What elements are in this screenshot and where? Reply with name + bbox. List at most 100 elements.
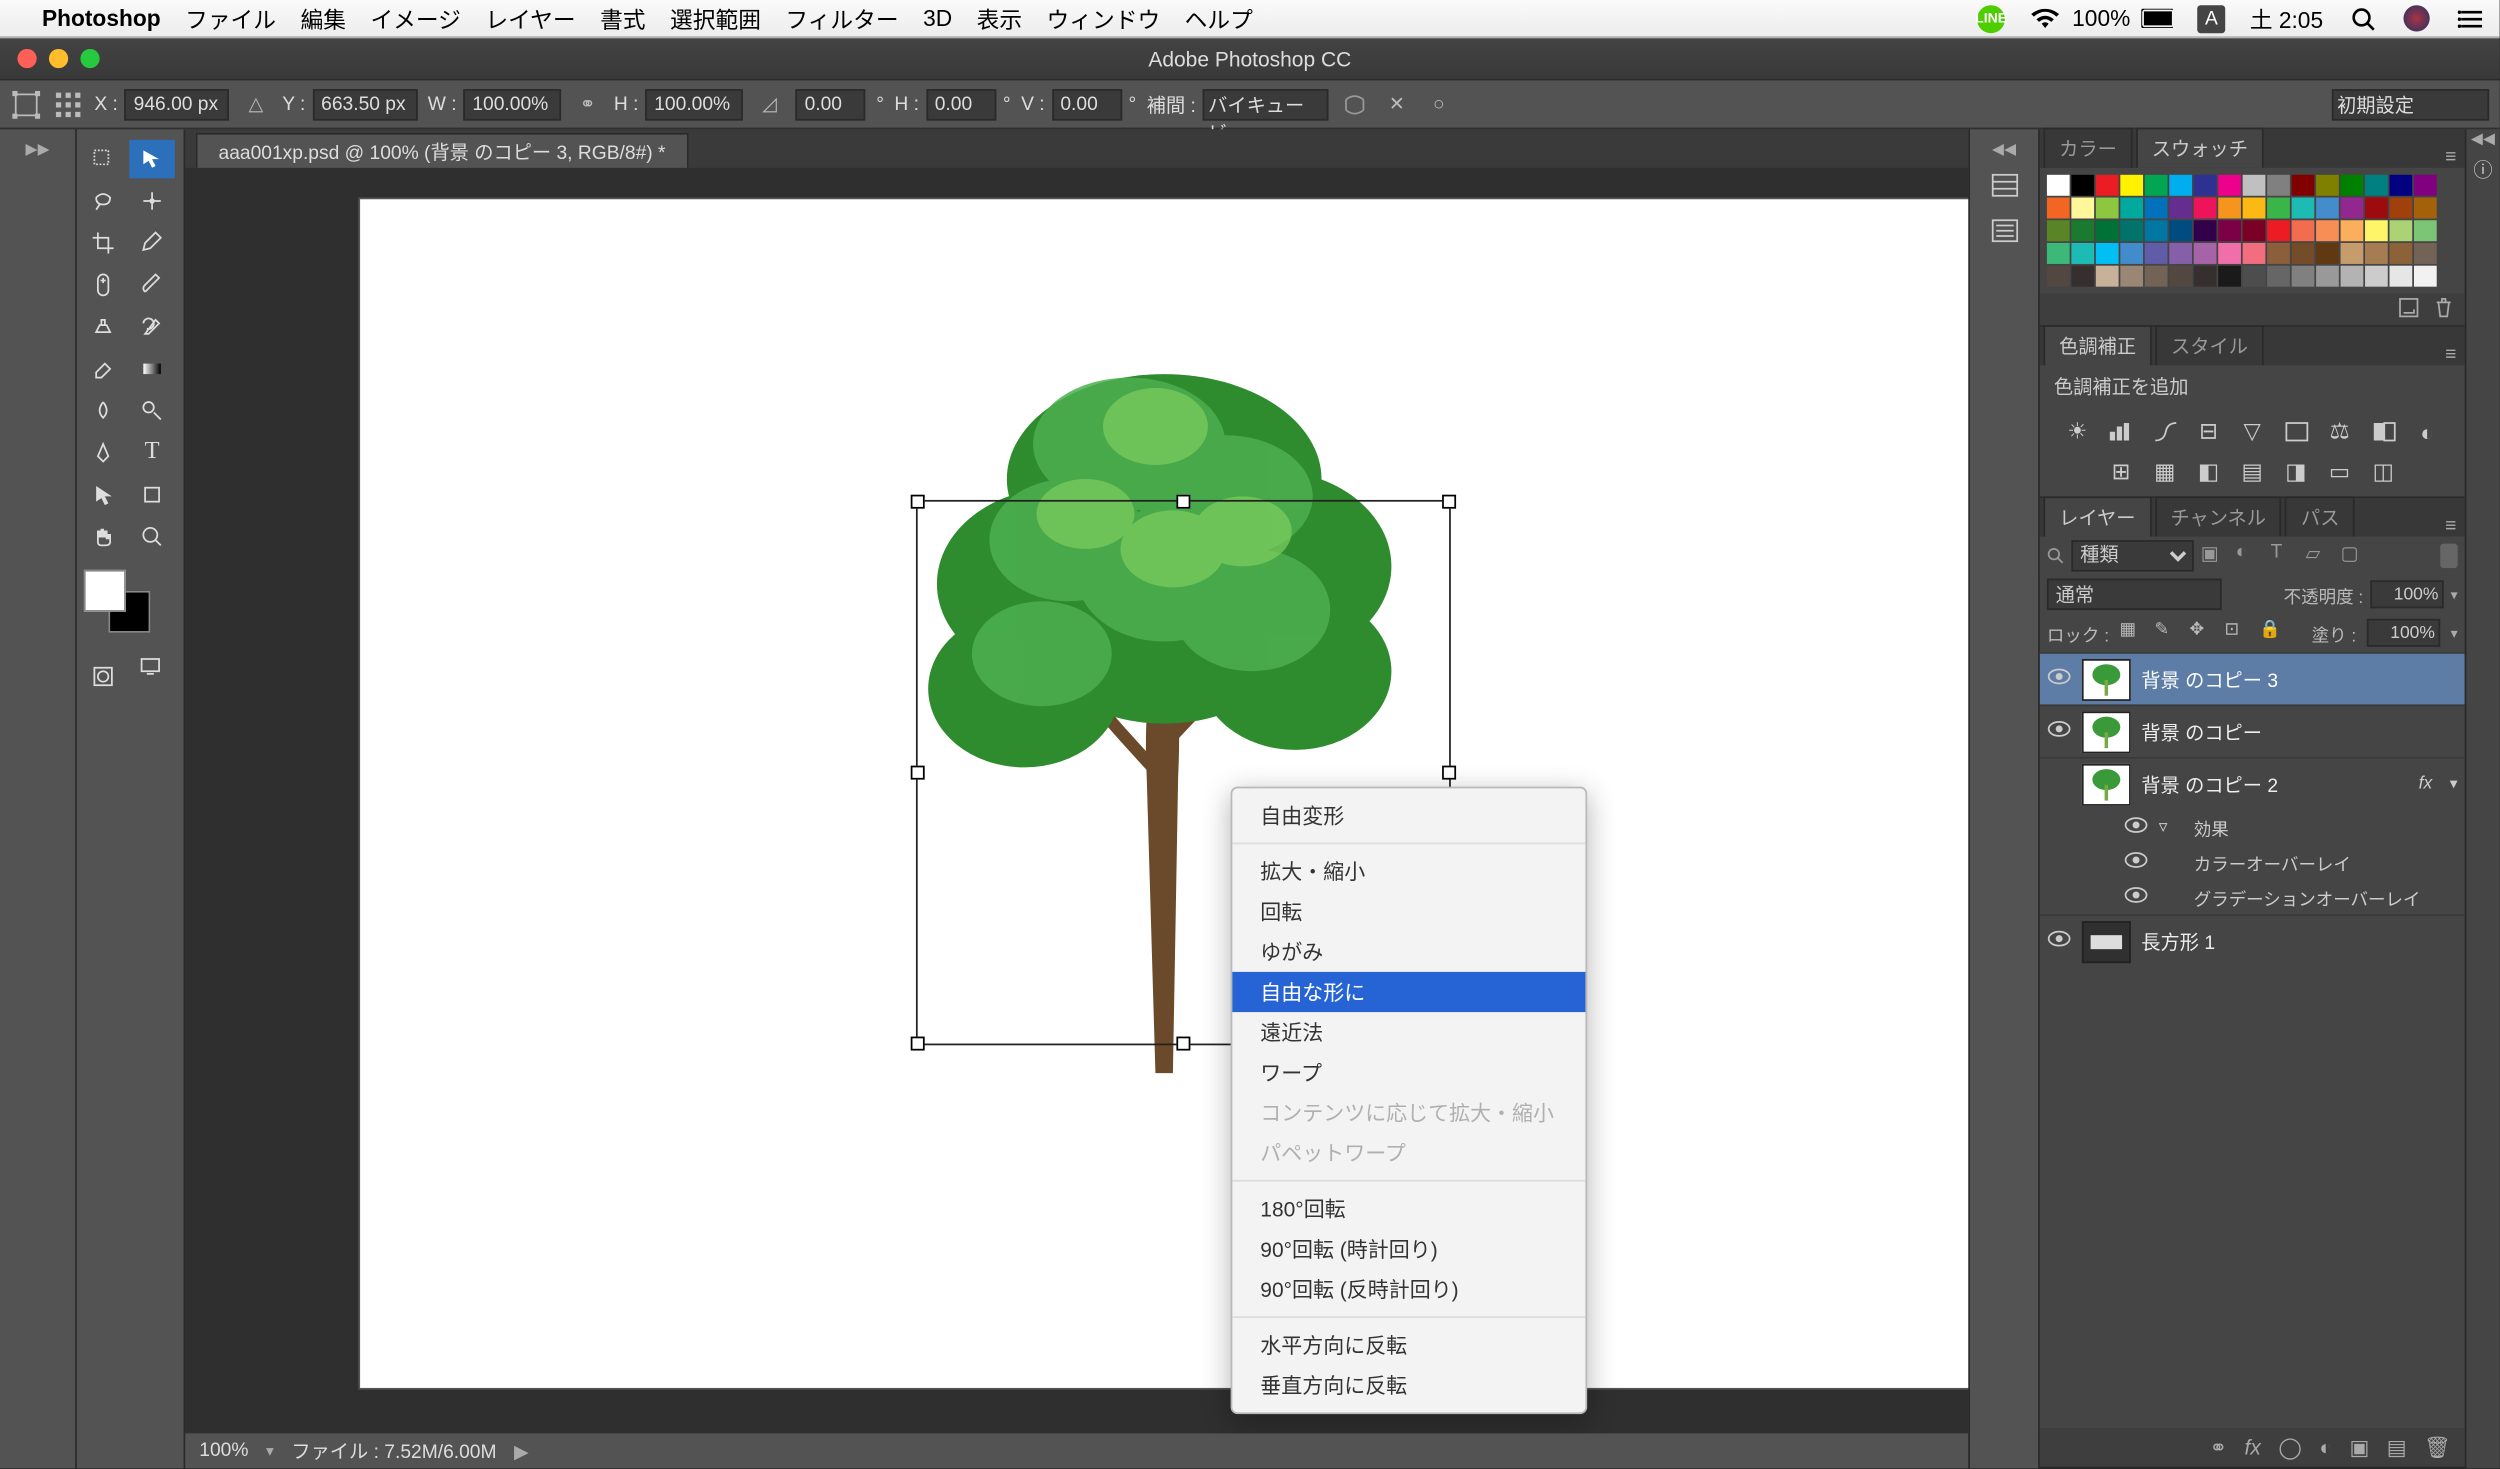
bw-icon[interactable] (2368, 418, 2399, 446)
swatch-color[interactable] (2047, 266, 2070, 287)
delta-icon[interactable]: △ (240, 88, 271, 119)
history-panel-icon[interactable] (1981, 166, 2026, 204)
swatch-color[interactable] (2169, 266, 2192, 287)
swatch-color[interactable] (2267, 266, 2290, 287)
eyedropper-tool[interactable] (129, 224, 174, 262)
gradientmap-icon[interactable]: ▭ (2324, 458, 2355, 486)
handle-middle-left[interactable] (911, 766, 925, 780)
swatch-color[interactable] (2365, 266, 2388, 287)
dodge-tool[interactable] (129, 392, 174, 430)
swatch-color[interactable] (2292, 243, 2315, 264)
swatch-color[interactable] (2243, 220, 2266, 241)
effect-visibility-icon[interactable] (2124, 850, 2148, 873)
menu-filter[interactable]: フィルター (785, 2, 898, 35)
layer-effect-row[interactable]: カラーオーバーレイ (2040, 844, 2465, 879)
cancel-transform-icon[interactable]: ✕ (1381, 88, 1412, 119)
tab-color[interactable]: カラー (2043, 128, 2132, 168)
reference-point-icon[interactable] (52, 88, 83, 119)
notification-center-icon[interactable] (2454, 3, 2485, 34)
layer-name[interactable]: 背景 のコピー (2141, 718, 2457, 746)
filter-type-icon[interactable]: T (2271, 542, 2299, 570)
fx-toggle-icon[interactable]: ▾ (2450, 774, 2458, 793)
context-menu-item[interactable]: 180°回転 (1232, 1189, 1585, 1229)
panel-menu-icon[interactable]: ≡ (2437, 147, 2465, 168)
effect-visibility-icon[interactable] (2124, 885, 2148, 908)
handle-top-left[interactable] (911, 495, 925, 509)
swatch-color[interactable] (2218, 243, 2241, 264)
layer-effect-row[interactable]: グラデーションオーバーレイ (2040, 879, 2465, 914)
y-input[interactable] (312, 88, 417, 119)
skewh-input[interactable] (926, 88, 996, 119)
move-tool[interactable] (80, 140, 125, 178)
brush-tool[interactable] (129, 266, 174, 304)
angle-input[interactable] (796, 88, 866, 119)
spotlight-icon[interactable] (2348, 3, 2379, 34)
swatch-color[interactable] (2194, 198, 2217, 219)
opacity-arrow-icon[interactable]: ▾ (2451, 586, 2458, 602)
swatch-color[interactable] (2414, 266, 2437, 287)
spot-heal-tool[interactable] (80, 266, 125, 304)
swatch-color[interactable] (2096, 266, 2119, 287)
swatch-color[interactable] (2218, 175, 2241, 196)
layer-name[interactable]: 背景 のコピー 3 (2141, 665, 2457, 693)
fx-badge[interactable]: fx (2419, 774, 2433, 793)
swatch-color[interactable] (2218, 220, 2241, 241)
context-menu-item[interactable]: 90°回転 (時計回り) (1232, 1229, 1585, 1269)
swatch-color[interactable] (2365, 175, 2388, 196)
layer-mask-icon[interactable]: ◯ (2278, 1435, 2301, 1459)
layer-filter-kind[interactable]: 種類 (2071, 540, 2193, 571)
swatch-color[interactable] (2169, 220, 2192, 241)
clock[interactable]: 土 2:05 (2250, 2, 2323, 35)
left-collapse-strip[interactable]: ▶▶ (0, 129, 77, 1468)
swatch-color[interactable] (2390, 243, 2413, 264)
lock-paint-icon[interactable]: ✎ (2155, 621, 2179, 645)
type-tool[interactable]: T (129, 434, 174, 472)
adjustment-layer-icon[interactable]: ◐ (2319, 1435, 2332, 1459)
swatch-color[interactable] (2292, 198, 2315, 219)
swatch-color[interactable] (2365, 198, 2388, 219)
filter-smart-icon[interactable]: ▢ (2341, 542, 2369, 570)
context-menu-item[interactable]: 回転 (1232, 891, 1585, 931)
maximize-window[interactable] (80, 49, 99, 68)
lock-all-icon[interactable]: 🔒 (2259, 621, 2283, 645)
interpolation-select[interactable]: バイキュービ… (1203, 88, 1329, 119)
layer-visibility-icon[interactable] (2047, 668, 2071, 691)
swatch-color[interactable] (2218, 198, 2241, 219)
swatch-color[interactable] (2194, 175, 2217, 196)
swatch-color[interactable] (2120, 220, 2143, 241)
info-panel-icon[interactable]: ⓘ (2466, 156, 2499, 184)
warp-icon[interactable] (1339, 88, 1370, 119)
h-input[interactable] (646, 88, 744, 119)
hand-tool[interactable] (80, 517, 125, 555)
swatch-color[interactable] (2169, 243, 2192, 264)
panel-menu-icon[interactable]: ≡ (2437, 516, 2465, 537)
fill-input[interactable] (2367, 619, 2440, 647)
swatch-color[interactable] (2316, 243, 2339, 264)
screen-mode[interactable] (128, 647, 172, 685)
handle-middle-right[interactable] (1442, 766, 1456, 780)
lasso-tool[interactable] (80, 182, 125, 220)
lock-pixels-icon[interactable]: ▦ (2120, 621, 2144, 645)
context-menu-item[interactable]: 自由変形 (1232, 795, 1585, 835)
line-icon[interactable]: LINE (1977, 4, 2005, 32)
swatch-color[interactable] (2120, 198, 2143, 219)
quick-select-tool[interactable] (129, 182, 174, 220)
link-wh-icon[interactable]: ⚭ (572, 88, 603, 119)
marquee-tool[interactable] (129, 140, 174, 178)
tab-layers[interactable]: レイヤー (2043, 496, 2151, 536)
swatch-color[interactable] (2145, 220, 2168, 241)
swatch-color[interactable] (2243, 266, 2266, 287)
swatch-color[interactable] (2047, 220, 2070, 241)
swatch-color[interactable] (2414, 243, 2437, 264)
swatch-color[interactable] (2096, 243, 2119, 264)
commit-transform-icon[interactable]: ○ (1423, 88, 1454, 119)
swatch-color[interactable] (2071, 243, 2094, 264)
swatch-color[interactable] (2267, 198, 2290, 219)
tab-paths[interactable]: パス (2285, 496, 2355, 536)
handle-bottom-middle[interactable] (1176, 1037, 1190, 1051)
delete-layer-icon[interactable]: 🗑 (2424, 1435, 2451, 1459)
transform-mode-icon[interactable] (10, 88, 41, 119)
filter-shape-icon[interactable]: ▱ (2306, 542, 2334, 570)
w-input[interactable] (464, 88, 562, 119)
app-name[interactable]: Photoshop (42, 5, 161, 31)
